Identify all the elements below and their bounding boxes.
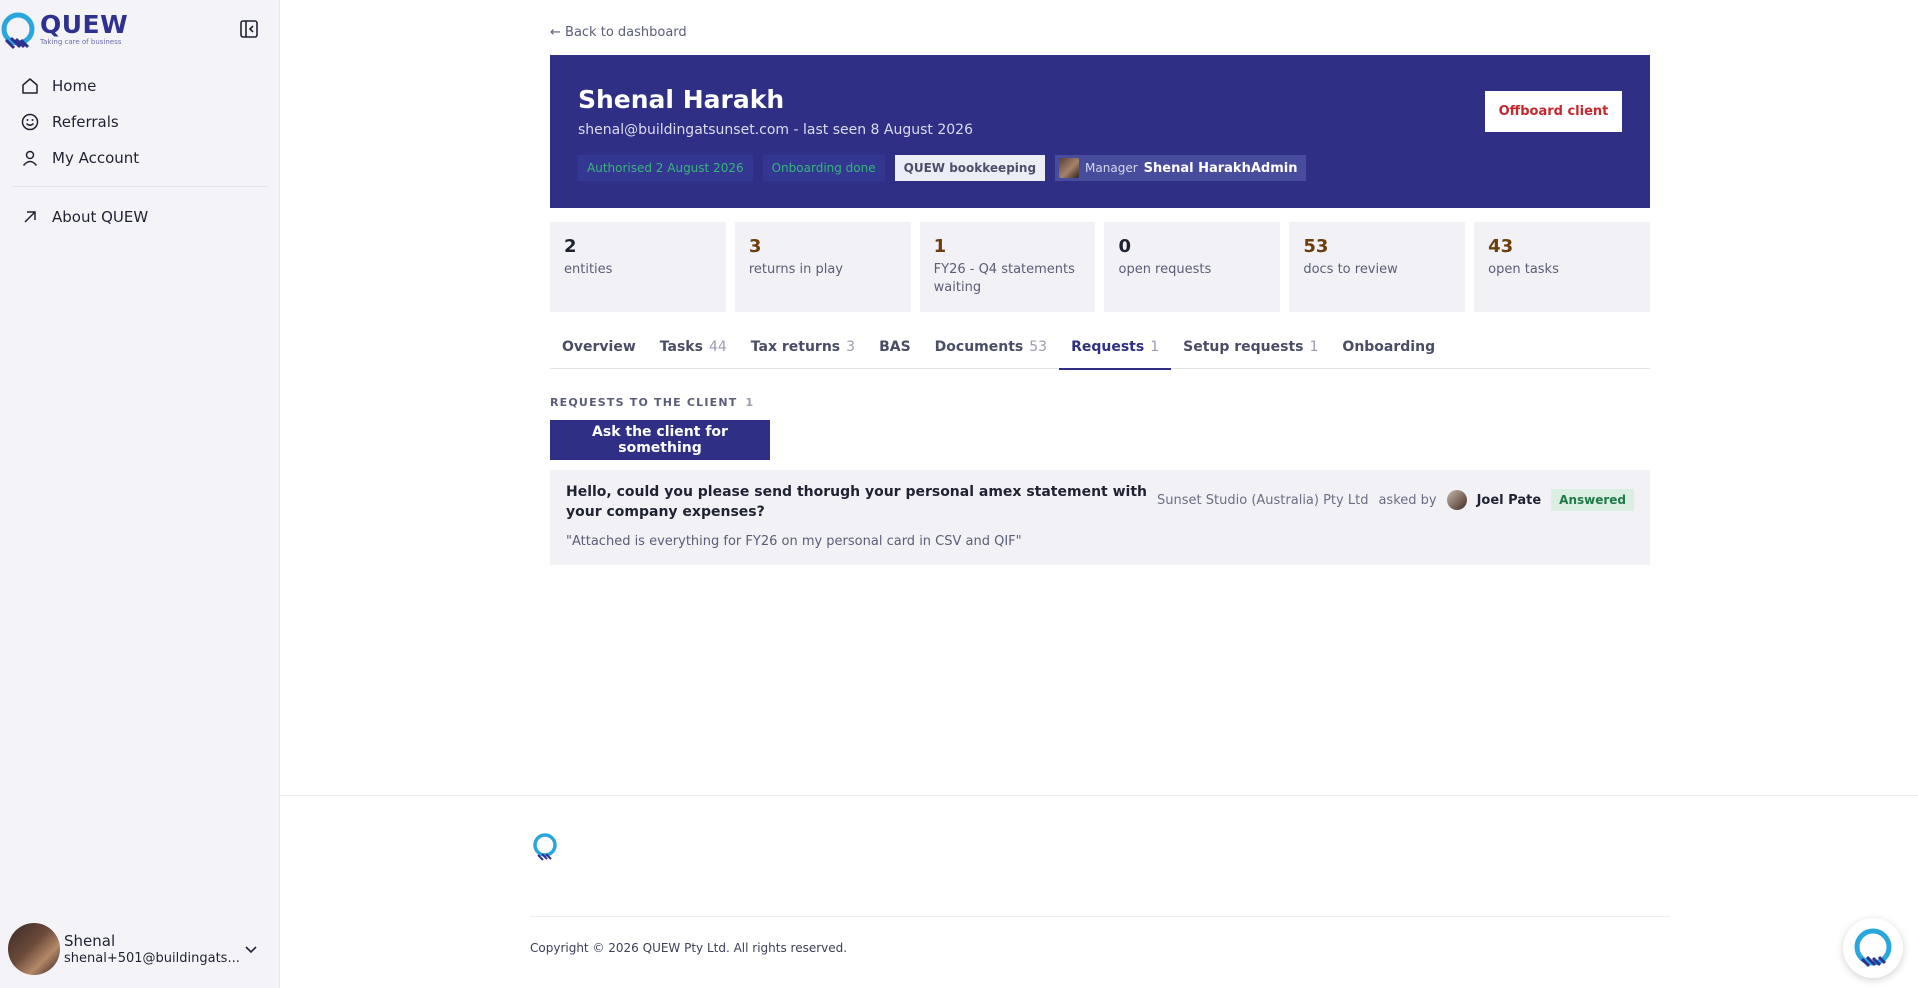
tab-label: Requests xyxy=(1071,339,1145,355)
stat-label: entities xyxy=(564,262,613,277)
stat-value: 2 xyxy=(564,236,577,257)
stat-card: 53 docs to review xyxy=(1289,222,1466,312)
quew-logo[interactable]: QUEW Taking care of business xyxy=(0,6,128,52)
stat-label: docs to review xyxy=(1303,262,1398,277)
tab-tax-returns[interactable]: Tax returns 3 xyxy=(739,333,867,369)
quew-chat-icon xyxy=(1854,928,1892,968)
sidebar-item-label: About QUEW xyxy=(52,208,149,226)
tab-label: Tax returns xyxy=(750,339,841,355)
section-title-text: REQUESTS TO THE CLIENT xyxy=(550,396,738,409)
asked-by-label: asked by xyxy=(1378,492,1437,508)
stats-row: 2 entities 3 returns in play 1 FY26 - Q4… xyxy=(550,222,1650,312)
stat-value: 3 xyxy=(748,236,762,257)
stat-value: 1 xyxy=(933,236,947,257)
tab-onboarding[interactable]: Onboarding xyxy=(1330,333,1447,369)
stat-label: open tasks xyxy=(1488,262,1559,277)
status-badge: Answered xyxy=(1551,489,1634,511)
offboard-client-button[interactable]: Offboard client xyxy=(1485,91,1622,132)
main-content: ← Back to dashboard Shenal Harakh shenal… xyxy=(280,0,1918,988)
chevron-down-icon[interactable] xyxy=(242,940,260,958)
manager-name: Shenal HarakhAdmin xyxy=(1143,160,1298,176)
tab-documents[interactable]: Documents 53 xyxy=(923,333,1059,369)
section-count: 1 xyxy=(745,396,755,409)
footer-separator xyxy=(530,916,1670,917)
request-card[interactable]: Hello, could you please send thorugh you… xyxy=(550,470,1650,565)
sidebar-item-my-account[interactable]: My Account xyxy=(0,140,280,176)
manager-badge[interactable]: Manager Shenal HarakhAdmin xyxy=(1055,155,1307,181)
stat-card: 2 entities xyxy=(550,222,726,312)
request-answer: "Attached is everything for FY26 on my p… xyxy=(566,534,1022,549)
service-badge: QUEW bookkeeping xyxy=(894,155,1046,181)
avatar xyxy=(1446,490,1467,510)
sidebar-item-label: Home xyxy=(52,77,97,95)
stat-card: 0 open requests xyxy=(1104,222,1281,312)
client-name: Shenal Harakh xyxy=(578,85,785,114)
sidebar-item-about[interactable]: About QUEW xyxy=(0,199,280,235)
smiley-icon xyxy=(21,113,39,131)
stat-value: 53 xyxy=(1303,236,1329,257)
client-badges: Authorised 2 August 2026 Onboarding done… xyxy=(578,155,1307,181)
tab-count: 44 xyxy=(708,339,727,355)
requests-section-title: REQUESTS TO THE CLIENT 1 xyxy=(550,396,754,409)
sidebar-item-home[interactable]: Home xyxy=(0,68,280,104)
tab-setup-requests[interactable]: Setup requests 1 xyxy=(1171,333,1330,369)
tab-label: Overview xyxy=(562,339,636,355)
stat-value: 43 xyxy=(1488,236,1514,257)
tab-label: Setup requests xyxy=(1183,339,1304,355)
tab-overview[interactable]: Overview xyxy=(550,333,648,369)
user-icon xyxy=(22,150,38,166)
stat-label: open requests xyxy=(1118,262,1212,277)
manager-label: Manager xyxy=(1085,161,1138,175)
authorised-badge: Authorised 2 August 2026 xyxy=(578,155,753,181)
tab-bas[interactable]: BAS xyxy=(867,333,923,369)
tab-count: 1 xyxy=(1309,339,1319,355)
sidebar: QUEW Taking care of business Home Referr… xyxy=(0,0,280,988)
sidebar-nav: Home Referrals My Account About QUEW xyxy=(0,68,280,235)
logo-name: QUEW xyxy=(40,10,129,39)
user-email: shenal+501@buildingats... xyxy=(64,951,240,966)
request-question: Hello, could you please send thorugh you… xyxy=(566,484,1147,520)
tab-count: 53 xyxy=(1029,339,1048,355)
stat-card: 1 FY26 - Q4 statements waiting xyxy=(919,222,1096,312)
quew-logo-icon xyxy=(1,12,35,50)
avatar xyxy=(8,923,60,975)
copyright-text: Copyright © 2026 QUEW Pty Ltd. All right… xyxy=(530,941,848,955)
user-name: Shenal xyxy=(64,932,116,950)
tab-count: 3 xyxy=(846,339,856,355)
tab-label: Documents xyxy=(934,339,1024,355)
tab-label: BAS xyxy=(879,339,911,355)
client-header: Shenal Harakh shenal@buildingatsunset.co… xyxy=(550,55,1650,208)
client-tabs: Overview Tasks 44 Tax returns 3 BAS Docume… xyxy=(550,333,1650,370)
request-meta: Sunset Studio (Australia) Pty Ltd asked … xyxy=(1157,489,1634,511)
chat-support-button[interactable] xyxy=(1843,918,1903,978)
sidebar-item-referrals[interactable]: Referrals xyxy=(0,104,280,140)
logo-tagline: Taking care of business xyxy=(40,38,122,46)
footer-divider xyxy=(280,795,1918,796)
sidebar-divider xyxy=(12,186,268,187)
onboarding-badge: Onboarding done xyxy=(762,155,885,181)
sidebar-item-label: My Account xyxy=(52,149,140,167)
tab-count: 1 xyxy=(1150,339,1160,355)
stat-card: 43 open tasks xyxy=(1474,222,1650,312)
back-to-dashboard-link[interactable]: ← Back to dashboard xyxy=(550,25,687,40)
tab-requests[interactable]: Requests 1 xyxy=(1059,333,1172,370)
ask-client-button[interactable]: Ask the client for something xyxy=(550,420,770,460)
home-icon xyxy=(22,78,38,94)
request-entity: Sunset Studio (Australia) Pty Ltd xyxy=(1157,492,1369,508)
stat-label: FY26 - Q4 statements waiting xyxy=(933,262,1075,295)
stat-label: returns in play xyxy=(748,262,843,277)
tab-label: Tasks xyxy=(659,339,703,355)
user-menu[interactable]: Shenal shenal+501@buildingats... xyxy=(8,922,272,976)
tab-label: Onboarding xyxy=(1342,339,1436,355)
collapse-sidebar-icon[interactable] xyxy=(239,19,259,39)
stat-value: 0 xyxy=(1118,236,1132,257)
stat-card: 3 returns in play xyxy=(734,222,911,312)
tab-tasks[interactable]: Tasks 44 xyxy=(648,333,739,369)
manager-avatar xyxy=(1059,158,1080,178)
asked-by-name: Joel Pate xyxy=(1476,492,1542,508)
client-subtitle: shenal@buildingatsunset.com - last seen … xyxy=(578,122,973,138)
arrow-up-right-icon xyxy=(24,211,36,223)
sidebar-item-label: Referrals xyxy=(52,113,119,131)
footer-logo-icon xyxy=(533,833,557,861)
